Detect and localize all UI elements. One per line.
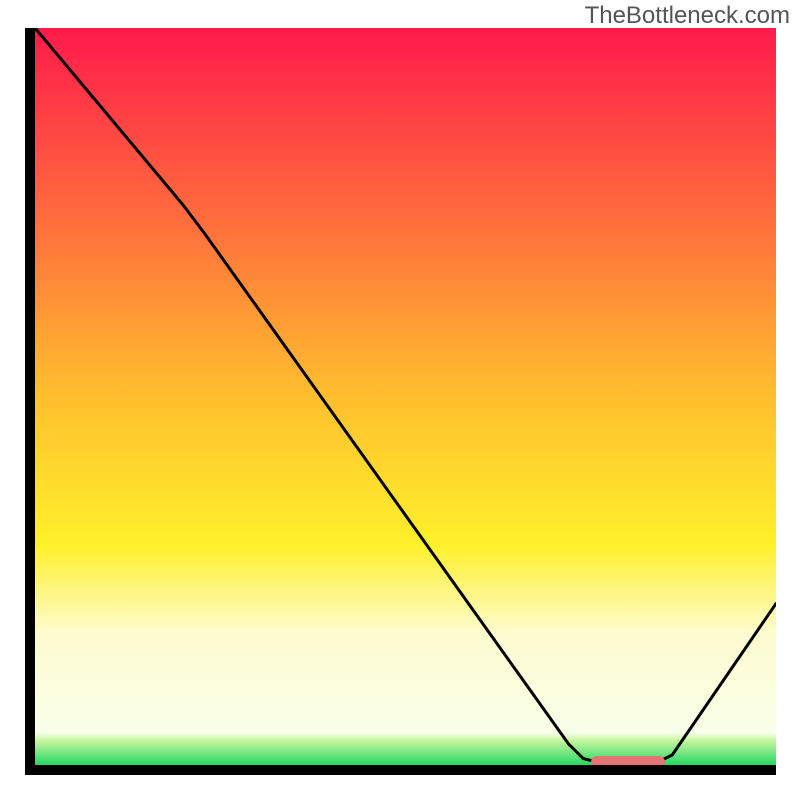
chart-container: TheBottleneck.com [0, 0, 800, 800]
y-axis [25, 28, 35, 775]
attribution-label: TheBottleneck.com [585, 2, 790, 30]
bottleneck-curve [35, 28, 776, 766]
plot-area [35, 28, 776, 766]
x-axis [25, 765, 776, 775]
